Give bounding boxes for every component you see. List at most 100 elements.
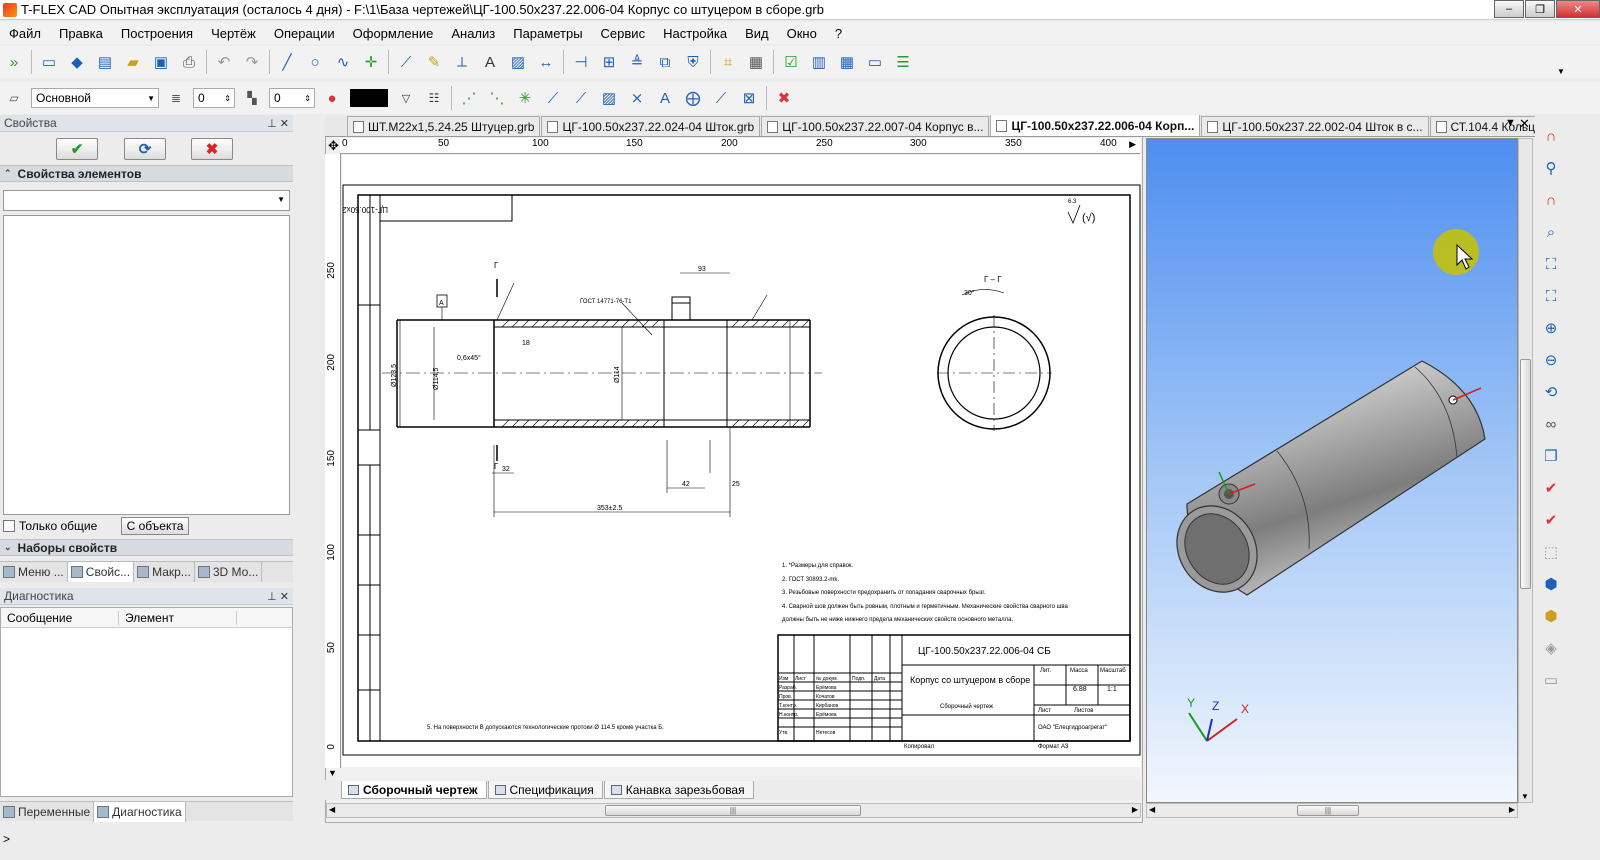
new-sheet-icon[interactable]: ▤ xyxy=(93,50,117,74)
check-multi-icon[interactable]: ✔ xyxy=(1538,506,1564,534)
element-type-select[interactable]: ▼ xyxy=(3,190,290,211)
drawing-sheet[interactable]: ЦГ-100.50x237.22.006-04 СБ 6.3 (√) Г – Г… xyxy=(282,155,1141,767)
menu-parameters[interactable]: Параметры xyxy=(504,26,591,41)
cube-yellow-icon[interactable]: ⬢ xyxy=(1538,602,1564,630)
assembly-icon[interactable]: ⊞ xyxy=(597,50,621,74)
scroll-thumb[interactable]: ||| xyxy=(605,805,861,816)
snap-hatch-icon[interactable]: ▨ xyxy=(597,86,621,110)
scroll-down-icon[interactable]: ▼ xyxy=(1521,792,1529,801)
zoom-window-icon[interactable]: ⌕ xyxy=(1538,218,1564,246)
sketch-pencil-icon[interactable]: ✎ xyxy=(422,50,446,74)
element-properties-header[interactable]: ⌃ Свойства элементов xyxy=(0,165,293,182)
fit-page-icon[interactable]: ⛶ xyxy=(1538,282,1564,310)
text-tool-icon[interactable]: A xyxy=(478,50,502,74)
doc-tab-active[interactable]: ЦГ-100.50x237.22.006-04 Корп... xyxy=(990,115,1201,136)
from-object-button[interactable]: С объекта xyxy=(121,517,189,535)
col-message[interactable]: Сообщение xyxy=(1,610,119,625)
line-style-icon[interactable]: ☷ xyxy=(422,86,446,110)
spline-tool-icon[interactable]: ∿ xyxy=(331,50,355,74)
copy-icon[interactable]: ⧉ xyxy=(653,50,677,74)
zoom-out-icon[interactable]: ⊖ xyxy=(1538,346,1564,374)
undo-icon[interactable]: ↶ xyxy=(212,50,236,74)
tab-3d-model[interactable]: 3D Мо... xyxy=(195,562,263,582)
node-tool-icon[interactable]: ✛ xyxy=(359,50,383,74)
magnet-snap-icon[interactable]: ∩ xyxy=(1538,122,1564,150)
menu-drawing[interactable]: Чертёж xyxy=(202,26,265,41)
pin-snap-icon[interactable]: ⚲ xyxy=(1538,154,1564,182)
doc-tab[interactable]: ЦГ-100.50x237.22.024-04 Шток.grb xyxy=(541,116,761,136)
diagnostics-table[interactable]: Сообщение Элемент xyxy=(0,607,293,797)
construction-line-icon[interactable]: ⟋ xyxy=(394,50,418,74)
doc-tab[interactable]: ЦГ-100.50x237.22.002-04 Шток в с... xyxy=(1201,116,1429,136)
scroll-right-icon[interactable]: ▶ xyxy=(1509,805,1515,814)
snap-tangent-icon[interactable]: ⟋ xyxy=(541,86,565,110)
menu-edit[interactable]: Правка xyxy=(50,26,112,41)
snap-grid-icon[interactable]: ⋰ xyxy=(457,86,481,110)
menu-window[interactable]: Окно xyxy=(778,26,826,41)
close-document-icon[interactable]: ✕ xyxy=(1519,116,1530,132)
property-sets-header[interactable]: ⌄ Наборы свойств xyxy=(0,539,293,556)
menu-help[interactable]: ? xyxy=(826,26,851,41)
tab-menu[interactable]: Меню ... xyxy=(0,562,68,582)
scroll-left-icon[interactable]: ◀ xyxy=(1149,805,1155,814)
cancel-button[interactable]: ✖ xyxy=(191,138,233,160)
tab-variables[interactable]: Переменные xyxy=(0,802,95,822)
tab-macros[interactable]: Макр... xyxy=(134,562,195,582)
scroll-right-icon[interactable]: ▶ xyxy=(1132,805,1138,814)
zoom-in-icon[interactable]: ⊕ xyxy=(1538,314,1564,342)
level-spinbox[interactable]: 0 ⇕ xyxy=(193,88,235,108)
tab-diagnostics[interactable]: Диагностика xyxy=(94,802,186,822)
menu-settings[interactable]: Настройка xyxy=(654,26,736,41)
list-check-icon[interactable]: ☰ xyxy=(891,50,915,74)
plane-icon[interactable]: ⬚ xyxy=(1538,538,1564,566)
scroll-left-icon[interactable]: ◀ xyxy=(329,805,335,814)
menu-file[interactable]: Файл xyxy=(0,26,50,41)
3d-viewport[interactable]: X Y Z xyxy=(1146,138,1518,803)
cube-view-icon[interactable]: ⬢ xyxy=(1538,570,1564,598)
snap-line-icon[interactable]: ⟋ xyxy=(709,86,733,110)
snap-center-icon[interactable]: ⨁ xyxy=(681,86,705,110)
window-layout-icon[interactable]: ▭ xyxy=(1538,666,1564,694)
scroll-thumb[interactable]: ||| xyxy=(1297,805,1359,816)
tab-thread-groove[interactable]: Канавка зарезьбовая xyxy=(603,781,754,799)
menu-analysis[interactable]: Анализ xyxy=(442,26,504,41)
close-button[interactable]: ✕ xyxy=(1556,0,1600,18)
new-document-icon[interactable]: ▭ xyxy=(37,50,61,74)
snap-end-icon[interactable]: ⊠ xyxy=(737,86,761,110)
col-element[interactable]: Элемент xyxy=(119,610,237,625)
fragment-icon[interactable]: ⊣ xyxy=(569,50,593,74)
menu-formatting[interactable]: Оформление xyxy=(344,26,443,41)
hatch-tool-icon[interactable]: ▨ xyxy=(506,50,530,74)
snap-intersection-icon[interactable]: ⨯ xyxy=(625,86,649,110)
calculator-icon[interactable]: ▦ xyxy=(744,50,768,74)
maximize-button[interactable]: ❐ xyxy=(1525,0,1555,18)
scroll-down-icon[interactable]: ▼ xyxy=(328,768,337,778)
doc-tab[interactable]: ЦГ-100.50x237.22.007-04 Корпус в... xyxy=(761,116,990,136)
snap-middle-icon[interactable]: ⟋ xyxy=(569,86,593,110)
snap-node-icon[interactable]: ⋱ xyxy=(485,86,509,110)
pin-close-icon[interactable]: ⊥ ✕ xyxy=(267,590,289,603)
magnet-icon[interactable]: ∩ xyxy=(1538,186,1564,214)
ruler-scroll-right-icon[interactable]: ▶ xyxy=(1129,139,1136,150)
check-model-icon[interactable]: ✔ xyxy=(1538,474,1564,502)
new-3d-model-icon[interactable]: ◆ xyxy=(65,50,89,74)
open-file-icon[interactable]: ▰ xyxy=(121,50,145,74)
glasses-icon[interactable]: ∞ xyxy=(1538,410,1564,438)
circle-tool-icon[interactable]: ○ xyxy=(303,50,327,74)
refresh-button[interactable]: ⟳ xyxy=(124,138,166,160)
snap-text-icon[interactable]: A xyxy=(653,86,677,110)
pin-close-icon[interactable]: ⊥ ✕ xyxy=(267,117,289,130)
priority-spinbox[interactable]: 0 ⇕ xyxy=(269,88,315,108)
save-icon[interactable]: ▣ xyxy=(149,50,173,74)
color-dropdown-icon[interactable]: ▽ xyxy=(394,86,418,110)
shield-check-icon[interactable]: ⛨ xyxy=(681,50,705,74)
doc-tab[interactable]: ШТ.M22x1,5.24.25 Штуцер.grb xyxy=(347,116,541,136)
window-icon[interactable]: ▭ xyxy=(863,50,887,74)
windows-icon[interactable]: ❐ xyxy=(1538,442,1564,470)
variables-icon[interactable]: ≜ xyxy=(625,50,649,74)
color-swatch[interactable] xyxy=(350,89,388,107)
toolbar-overflow-icon[interactable]: ▼ xyxy=(1557,67,1565,76)
ok-button[interactable]: ✔ xyxy=(56,138,98,160)
zoom-previous-icon[interactable]: ⟲ xyxy=(1538,378,1564,406)
redo-icon[interactable]: ↷ xyxy=(240,50,264,74)
